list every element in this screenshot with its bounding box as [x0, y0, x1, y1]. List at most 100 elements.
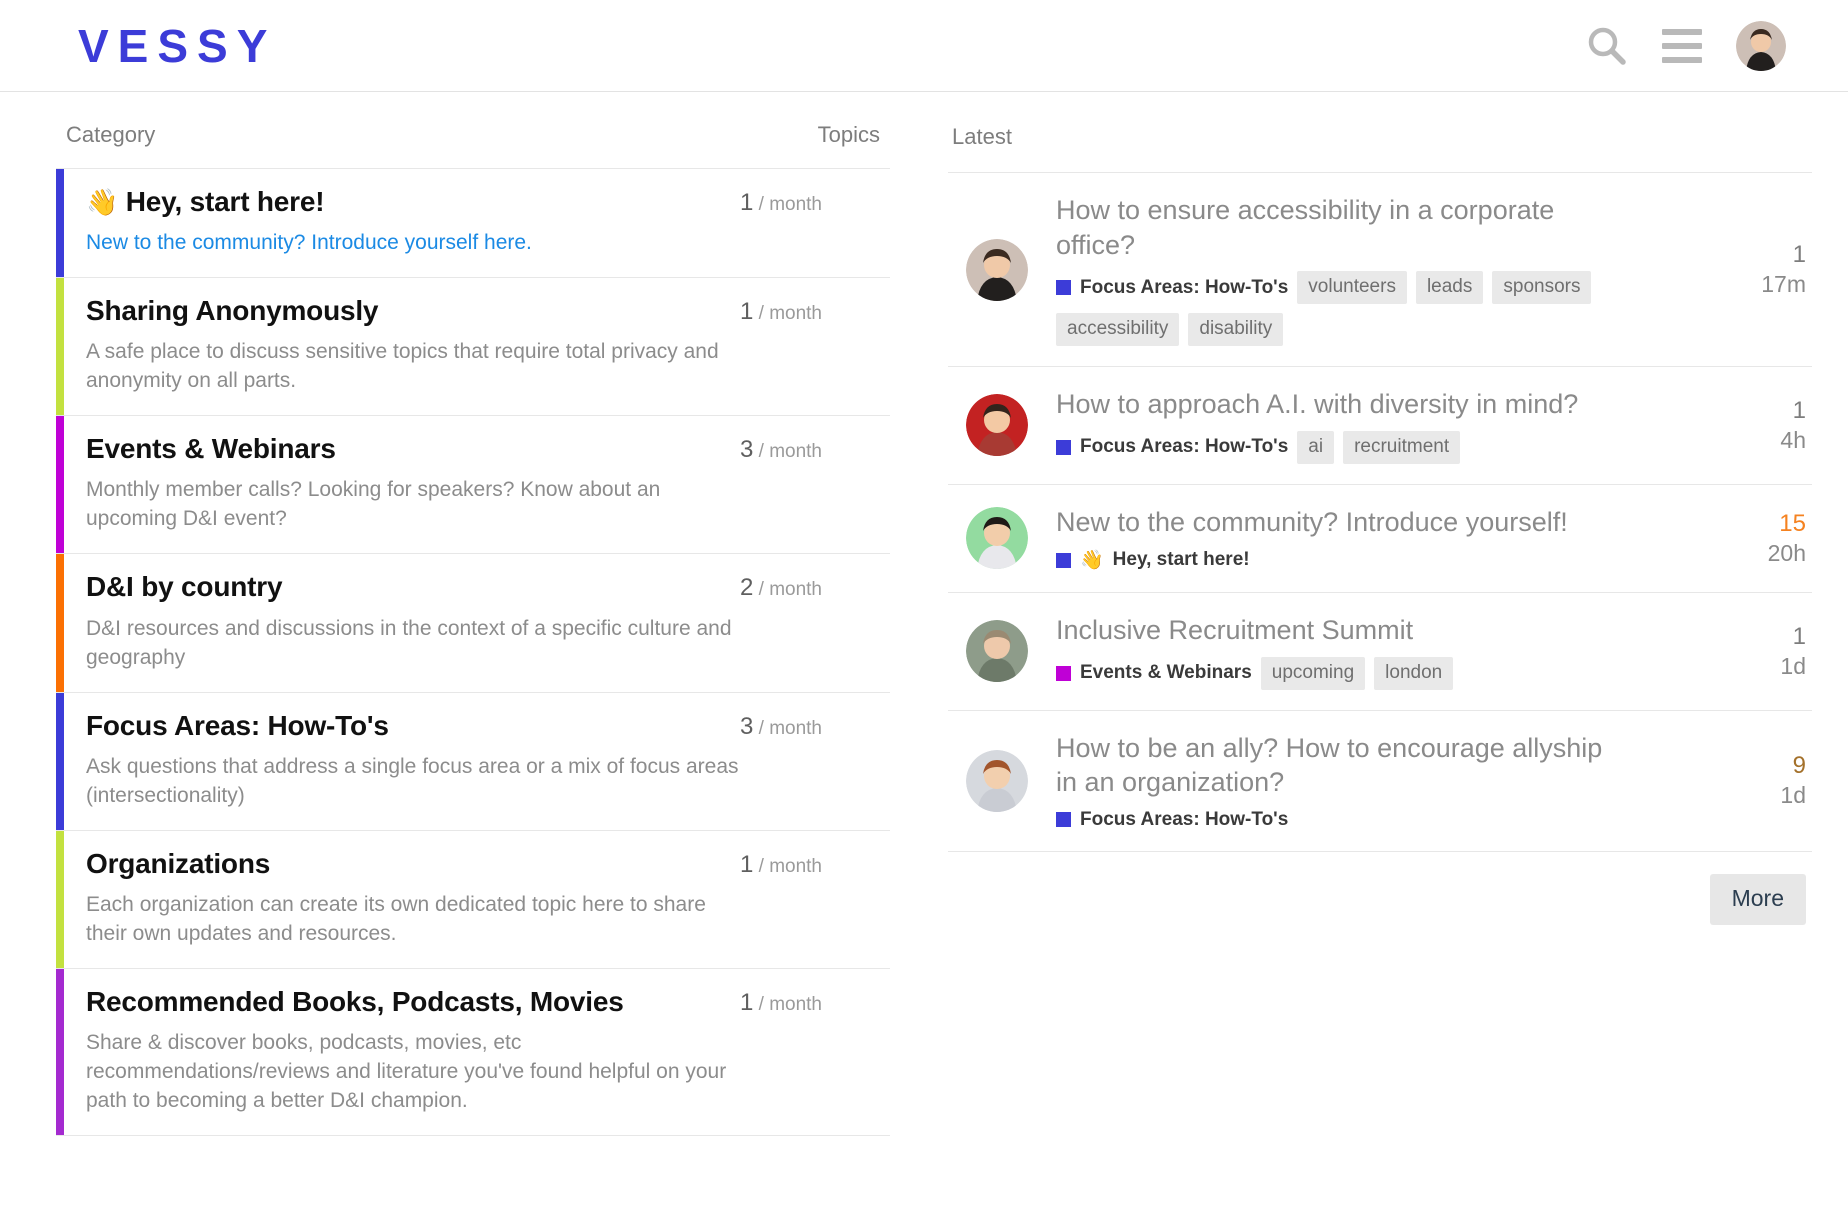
topic-age: 17m [1761, 271, 1806, 298]
topic-row[interactable]: How to be an ally? How to encourage ally… [948, 711, 1812, 852]
topic-author-avatar[interactable] [966, 394, 1028, 457]
category-row[interactable]: Organizations Each organization can creat… [56, 830, 890, 969]
topic-author-avatar[interactable] [966, 749, 1028, 812]
topic-title[interactable]: Inclusive Recruitment Summit [1056, 613, 1616, 648]
hamburger-bar [1662, 42, 1702, 49]
topic-tag[interactable]: ai [1297, 430, 1335, 464]
categories-header-row: Category Topics [56, 114, 890, 168]
topic-age: 20h [1767, 540, 1806, 567]
topic-title[interactable]: How to be an ally? How to encourage ally… [1056, 731, 1616, 800]
topic-count-number: 1 [740, 298, 754, 326]
topic-tag[interactable]: upcoming [1260, 656, 1366, 690]
topic-row[interactable]: New to the community? Introduce yourself… [948, 485, 1812, 594]
topic-tag[interactable]: volunteers [1297, 271, 1407, 305]
category-title[interactable]: Recommended Books, Podcasts, Movies [86, 986, 740, 1018]
category-description: A safe place to discuss sensitive topics… [86, 340, 719, 393]
topic-reply-count[interactable]: 1 [1736, 395, 1806, 426]
topic-reply-count[interactable]: 1 [1736, 621, 1806, 652]
topic-tag[interactable]: london [1374, 656, 1454, 690]
category-title-text: Focus Areas: How-To's [86, 709, 389, 741]
header-actions [1586, 20, 1808, 71]
category-description: D&I resources and discussions in the con… [86, 616, 732, 669]
category-description-link[interactable]: New to the community? Introduce yourself… [86, 229, 740, 258]
category-title[interactable]: Focus Areas: How-To's [86, 710, 740, 742]
topic-meta: Events & Webinars upcoming london [1056, 656, 1716, 690]
topic-count-period: / month [753, 717, 823, 739]
topic-title[interactable]: How to approach A.I. with diversity in m… [1056, 387, 1616, 422]
category-title[interactable]: Sharing Anonymously [86, 295, 740, 327]
category-title-text: Hey, start here! [125, 186, 325, 217]
category-title[interactable]: 👋 Hey, start here! [86, 186, 740, 218]
topic-author-avatar[interactable] [966, 238, 1028, 301]
topic-tag[interactable]: sponsors [1492, 271, 1592, 305]
topic-stats: 1 4h [1736, 395, 1812, 456]
category-description: Each organization can create its own ded… [86, 892, 706, 945]
topic-row[interactable]: Inclusive Recruitment Summit Events & Web… [948, 593, 1812, 711]
category-row[interactable]: Events & Webinars Monthly member calls? L… [56, 416, 890, 555]
topic-category-link[interactable]: Focus Areas: How-To's [1056, 809, 1288, 831]
category-title[interactable]: Events & Webinars [86, 433, 740, 465]
topic-count-number: 1 [740, 189, 754, 216]
hamburger-bar [1662, 56, 1702, 63]
category-main: Events & Webinars Monthly member calls? L… [64, 416, 740, 553]
topic-stats: 1 17m [1736, 239, 1812, 300]
topic-row[interactable]: How to approach A.I. with diversity in m… [948, 367, 1812, 485]
topic-title[interactable]: How to ensure accessibility in a corpora… [1056, 193, 1616, 262]
topic-reply-count[interactable]: 9 [1736, 750, 1806, 781]
category-description: Ask questions that address a single focu… [86, 754, 739, 807]
topic-row[interactable]: How to ensure accessibility in a corpora… [948, 173, 1812, 368]
category-title-text: Sharing Anonymously [86, 295, 379, 327]
column-header-topics: Topics [817, 122, 880, 147]
category-title-text: Recommended Books, Podcasts, Movies [86, 985, 624, 1017]
topic-tag[interactable]: leads [1415, 271, 1484, 305]
topic-reply-count[interactable]: 1 [1736, 239, 1806, 270]
topic-reply-count[interactable]: 15 [1736, 508, 1806, 539]
category-row[interactable]: Focus Areas: How-To's Ask questions that … [56, 692, 890, 831]
topic-count-number: 3 [740, 712, 754, 740]
topic-tag[interactable]: disability [1188, 313, 1284, 347]
category-main: 👋 Hey, start here! New to the community? … [64, 169, 740, 277]
topic-body: Inclusive Recruitment Summit Events & Web… [1056, 613, 1736, 690]
category-main: Focus Areas: How-To's Ask questions that … [64, 693, 740, 830]
category-title[interactable]: Organizations [86, 848, 740, 880]
topic-tag[interactable]: accessibility [1056, 313, 1180, 347]
category-topic-count: 1 / month [740, 278, 890, 415]
category-table: 👋 Hey, start here! New to the community? … [56, 168, 890, 1136]
categories-panel: Category Topics 👋 Hey, start here! New to… [0, 114, 930, 1210]
category-row[interactable]: D&I by country D&I resources and discussi… [56, 554, 890, 693]
category-title[interactable]: D&I by country [86, 571, 740, 603]
category-row[interactable]: Sharing Anonymously A safe place to discu… [56, 278, 890, 417]
topic-author-avatar[interactable] [966, 507, 1028, 570]
search-icon[interactable] [1586, 25, 1628, 67]
topic-body: New to the community? Introduce yourself… [1056, 505, 1736, 573]
category-row[interactable]: Recommended Books, Podcasts, Movies Share… [56, 968, 890, 1136]
topic-category-name: Events & Webinars [1080, 662, 1252, 684]
topic-count-number: 3 [740, 436, 754, 464]
topic-count-period: / month [753, 303, 823, 325]
hamburger-menu-icon[interactable] [1662, 28, 1702, 63]
brand-logo[interactable]: VESSY [78, 23, 276, 69]
topic-count-number: 1 [740, 850, 754, 878]
topic-title[interactable]: New to the community? Introduce yourself… [1056, 505, 1616, 540]
topic-stats: 9 1d [1736, 750, 1812, 811]
topic-meta: Focus Areas: How-To's ai recruitment [1056, 430, 1716, 464]
category-color-bar [56, 968, 64, 1135]
topic-category-link[interactable]: Focus Areas: How-To's [1056, 277, 1288, 299]
more-button[interactable]: More [1709, 873, 1806, 925]
topic-age: 1d [1780, 782, 1806, 809]
topic-author-avatar[interactable] [966, 620, 1028, 683]
category-emoji-icon: 👋 [86, 187, 119, 217]
category-main: Sharing Anonymously A safe place to discu… [64, 278, 740, 415]
category-row[interactable]: 👋 Hey, start here! New to the community? … [56, 169, 890, 279]
category-color-square-icon [1056, 665, 1071, 681]
avatar[interactable] [1736, 20, 1786, 71]
topic-list: How to ensure accessibility in a corpora… [948, 172, 1812, 852]
category-description: Monthly member calls? Looking for speake… [86, 478, 661, 531]
category-color-bar [56, 830, 64, 968]
category-emoji-icon: 👋 [1080, 550, 1104, 572]
topic-category-link[interactable]: Focus Areas: How-To's [1056, 436, 1288, 458]
category-color-square-icon [1056, 552, 1071, 568]
topic-category-link[interactable]: 👋 Hey, start here! [1056, 548, 1250, 572]
topic-category-link[interactable]: Events & Webinars [1056, 662, 1252, 684]
topic-tag[interactable]: recruitment [1343, 430, 1461, 464]
